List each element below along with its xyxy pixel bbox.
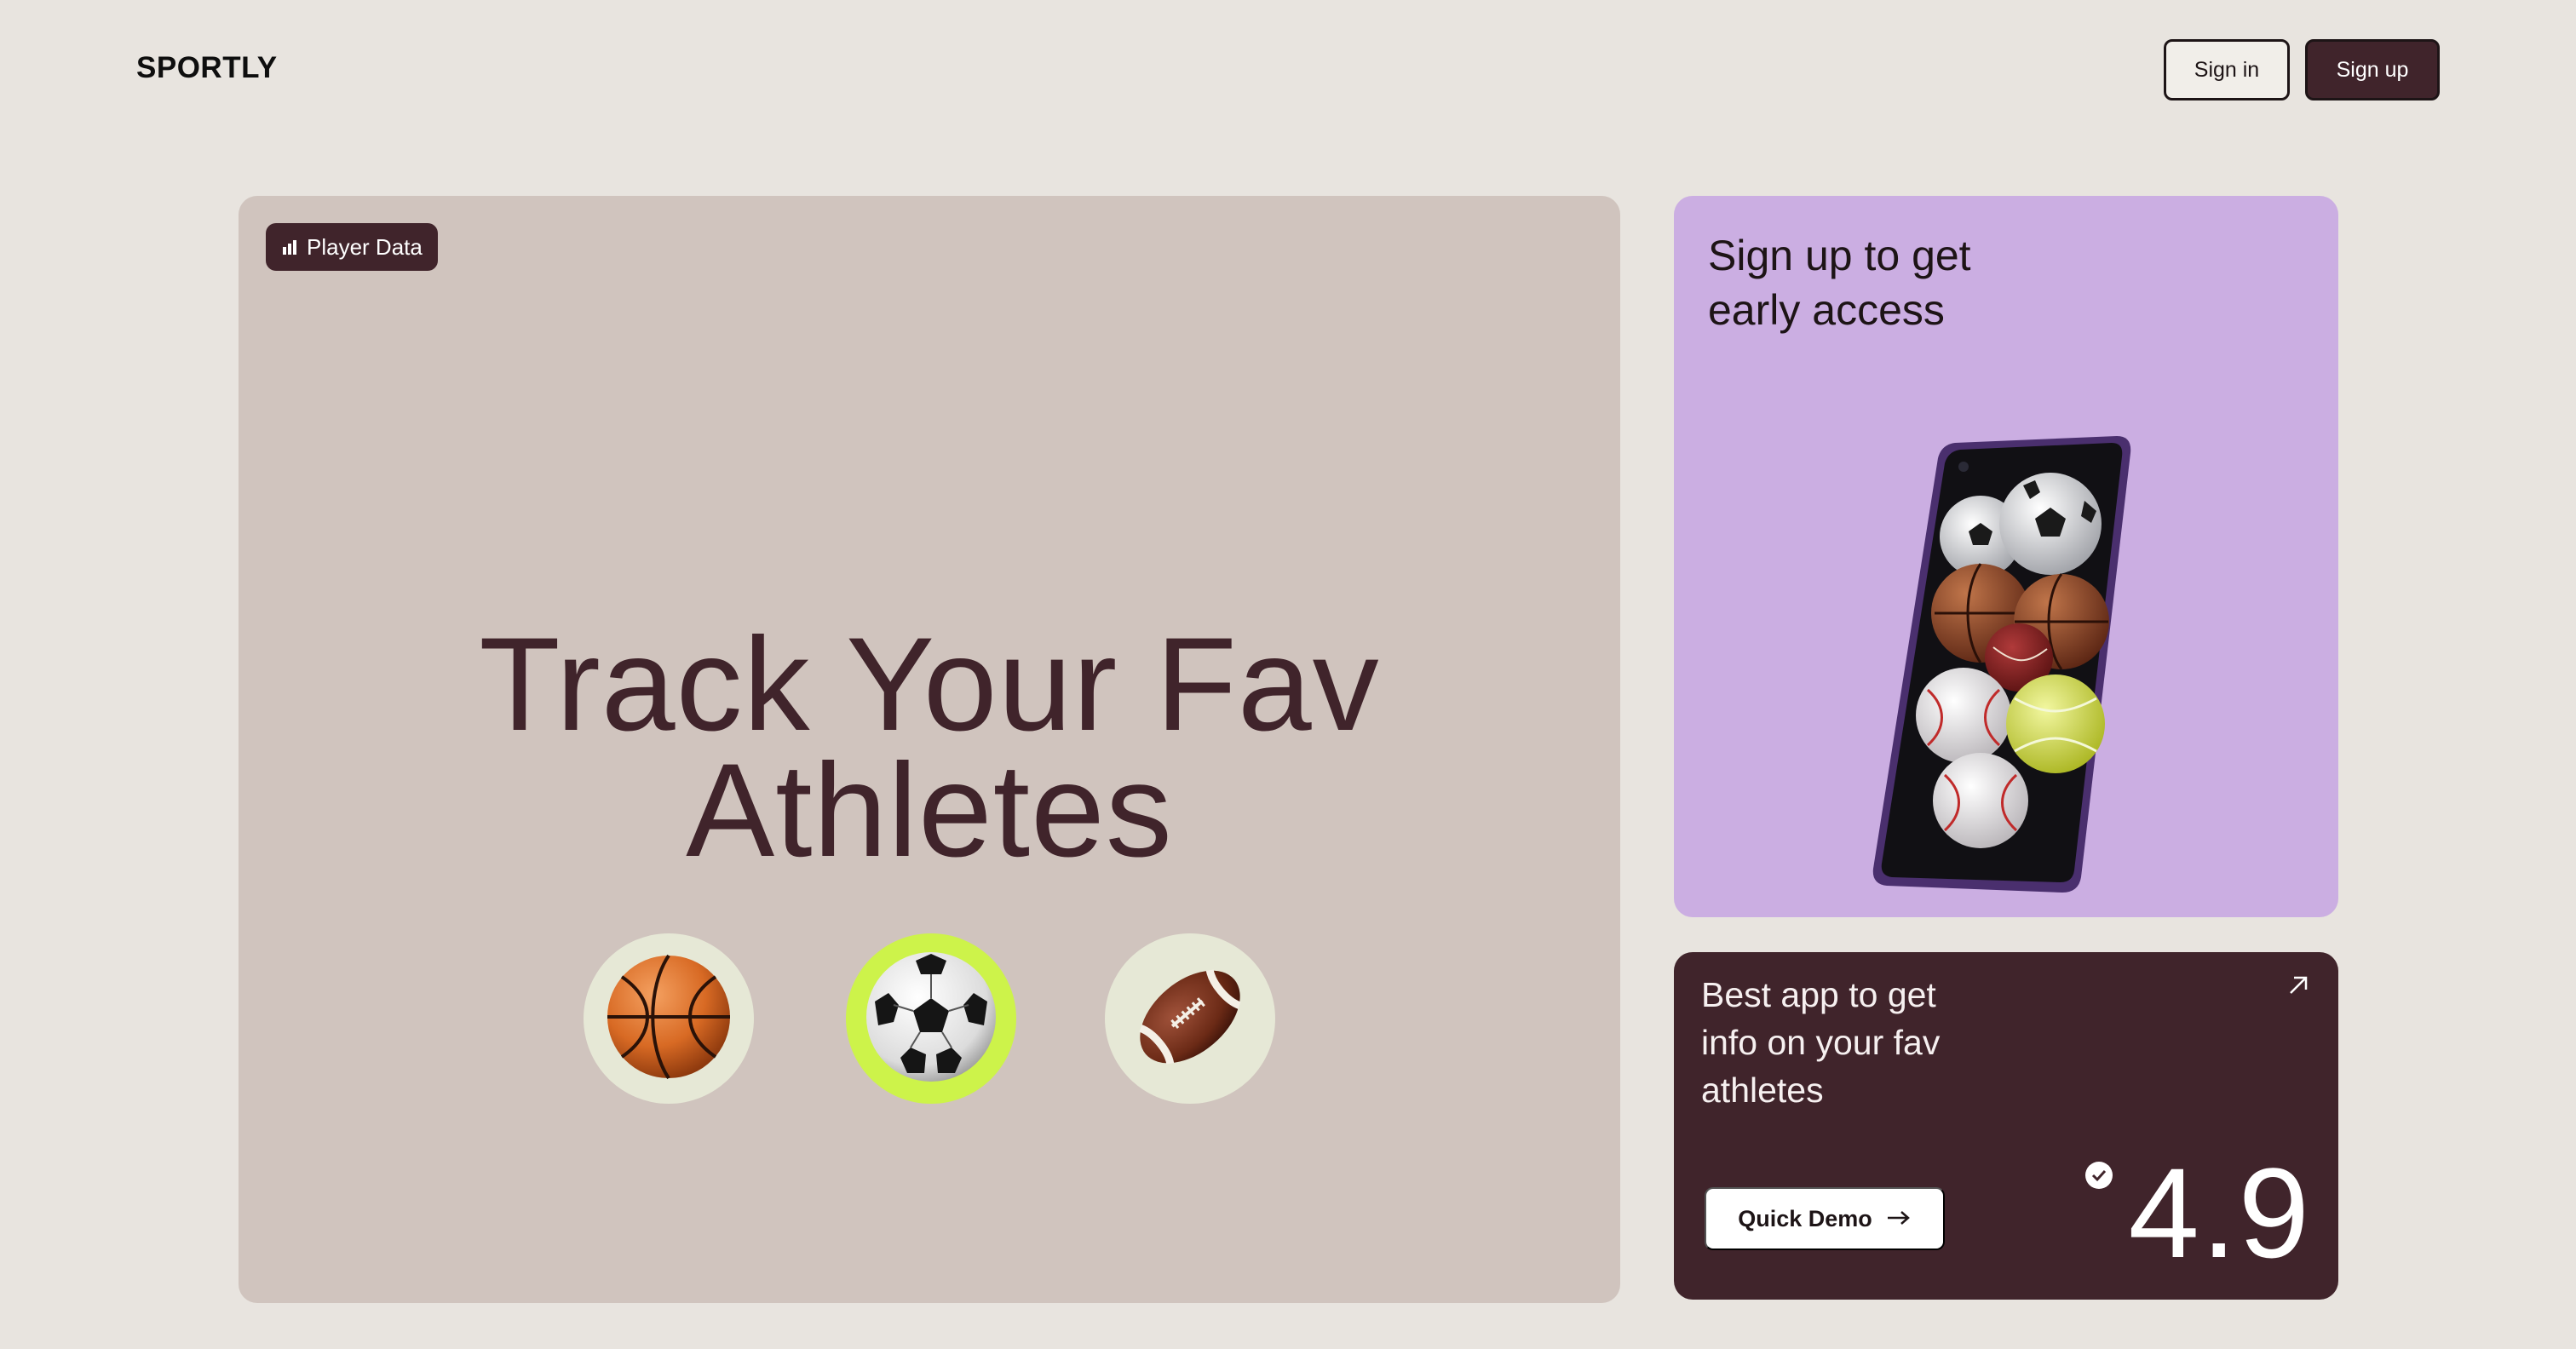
rating-card[interactable]: Best app to get info on your fav athlete…	[1674, 952, 2338, 1300]
arrow-up-right-icon[interactable]	[2286, 973, 2311, 1002]
badge-label: Player Data	[307, 233, 423, 260]
sport-option-soccer[interactable]	[846, 933, 1016, 1104]
hero-title: Track Your Fav Athletes	[239, 611, 1620, 885]
hero-title-line-2: Athletes	[686, 737, 1173, 885]
player-data-badge[interactable]: Player Data	[266, 223, 438, 271]
hero-title-line-1: Track Your Fav	[479, 611, 1380, 759]
basketball-icon	[605, 953, 733, 1085]
early-access-card[interactable]: Sign up to get early access	[1674, 196, 2338, 917]
quick-demo-label: Quick Demo	[1738, 1205, 1872, 1231]
rating-score: 4.9	[2128, 1141, 2311, 1284]
sign-up-button[interactable]: Sign up	[2305, 39, 2440, 100]
hero-card: Player Data Track Your Fav Athletes	[239, 196, 1620, 1303]
sign-in-button[interactable]: Sign in	[2164, 39, 2290, 100]
check-badge-icon	[2084, 1160, 2114, 1195]
quick-demo-button[interactable]: Quick Demo	[1705, 1187, 1945, 1250]
arrow-right-icon	[1886, 1206, 1912, 1232]
logo[interactable]: SPORTLY	[136, 51, 278, 85]
sport-option-basketball[interactable]	[584, 933, 754, 1104]
football-icon	[1126, 953, 1254, 1085]
rating-card-text: Best app to get info on your fav athlete…	[1701, 975, 1941, 1110]
early-access-title: Sign up to get early access	[1708, 232, 1971, 334]
sport-option-football[interactable]	[1105, 933, 1275, 1104]
soccer-ball-icon	[863, 949, 999, 1089]
phone-with-sports-balls-image	[1853, 434, 2159, 916]
bar-chart-icon	[281, 238, 298, 255]
